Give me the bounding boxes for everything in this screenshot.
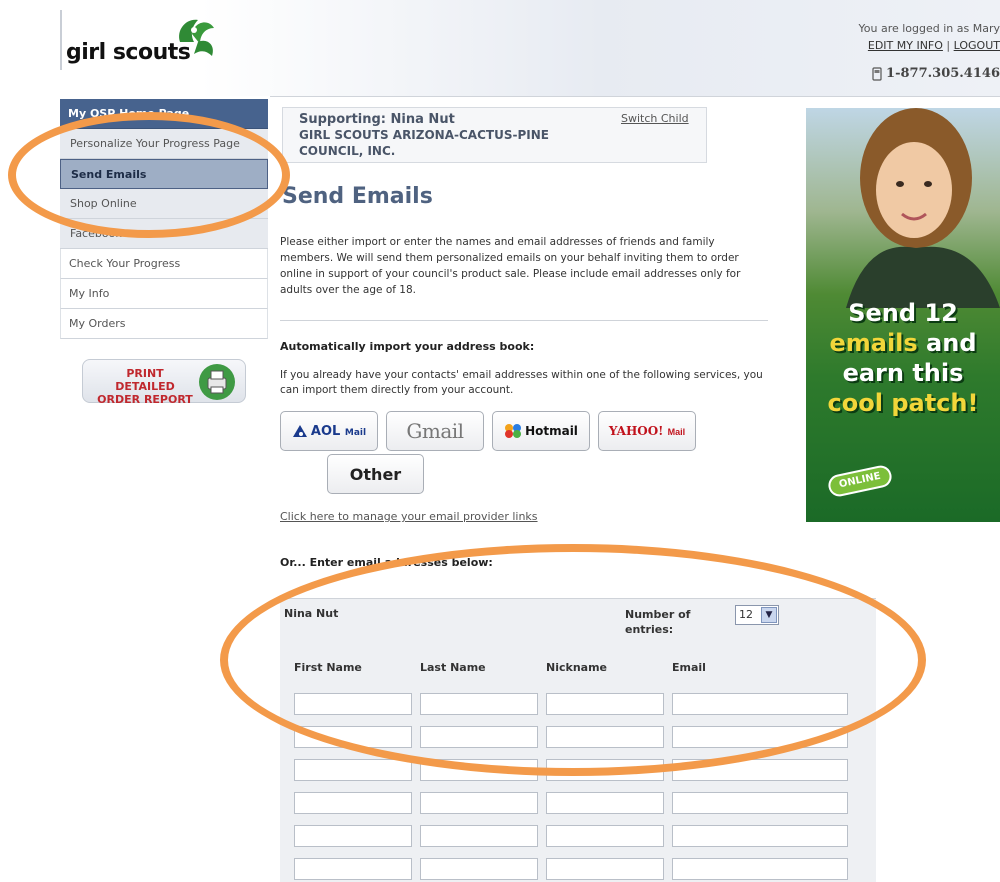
- nickname-input[interactable]: [546, 825, 664, 847]
- girl-scouts-logo[interactable]: girl scouts: [66, 10, 226, 80]
- last-name-input[interactable]: [420, 759, 538, 781]
- number-of-entries-label: Number of entries:: [625, 608, 691, 636]
- first-name-input[interactable]: [294, 693, 412, 715]
- yahoo-mail-button[interactable]: YAHOO! Mail: [598, 411, 696, 451]
- aol-label: AOL Mail: [310, 423, 367, 439]
- nav-facebook[interactable]: Facebook: [60, 219, 268, 249]
- nickname-input[interactable]: [546, 858, 664, 880]
- nickname-input[interactable]: [546, 693, 664, 715]
- gmail-label: Gmail: [406, 419, 464, 443]
- email-input[interactable]: [672, 759, 848, 781]
- nickname-input[interactable]: [546, 792, 664, 814]
- promo-line3: earn this: [842, 359, 964, 387]
- email-input[interactable]: [672, 858, 848, 880]
- header-rule: [270, 96, 1000, 97]
- first-name-input[interactable]: [294, 858, 412, 880]
- print-report-line2: ORDER REPORT: [97, 393, 193, 406]
- other-provider-button[interactable]: Other: [327, 454, 424, 494]
- nav-shop-online[interactable]: Shop Online: [60, 189, 268, 219]
- last-name-input[interactable]: [420, 726, 538, 748]
- section-divider: [280, 320, 768, 321]
- promo-line4: cool patch!: [827, 389, 979, 417]
- phone-number: 1-877.305.4146: [872, 66, 1000, 81]
- nav-personalize-progress[interactable]: Personalize Your Progress Page: [60, 129, 268, 159]
- manage-provider-links[interactable]: Click here to manage your email provider…: [280, 510, 538, 523]
- last-name-input[interactable]: [420, 858, 538, 880]
- nickname-input[interactable]: [546, 759, 664, 781]
- first-name-input[interactable]: [294, 825, 412, 847]
- edit-my-info-link[interactable]: EDIT MY INFO: [868, 39, 943, 52]
- aol-mail-button[interactable]: AOL Mail: [280, 411, 378, 451]
- hotmail-button[interactable]: Hotmail: [492, 411, 590, 451]
- header-divider: [60, 10, 62, 70]
- promo-banner[interactable]: Send 12 emails and earn this cool patch!…: [806, 108, 1000, 522]
- header: girl scouts You are logged in as Mary ED…: [0, 0, 1000, 96]
- entries-child-name: Nina Nut: [284, 607, 339, 620]
- chevron-down-icon[interactable]: ▼: [761, 607, 777, 623]
- nav-home[interactable]: My QSP Home Page: [60, 99, 268, 129]
- supporting-box: Supporting: Nina Nut GIRL SCOUTS ARIZONA…: [282, 107, 707, 163]
- last-name-input[interactable]: [420, 693, 538, 715]
- nickname-input[interactable]: [546, 726, 664, 748]
- girl-photo: [846, 108, 1000, 308]
- switch-child-link[interactable]: Switch Child: [621, 112, 689, 125]
- number-of-entries-value: 12: [739, 608, 753, 621]
- number-of-entries-select[interactable]: 12 ▼: [735, 605, 779, 625]
- import-description: If you already have your contacts' email…: [280, 369, 763, 396]
- login-info: You are logged in as Mary EDIT MY INFO |…: [859, 20, 1000, 54]
- aol-triangle-icon: [292, 425, 307, 437]
- supported-child-name: Nina Nut: [390, 112, 455, 127]
- login-status: You are logged in as Mary: [858, 22, 1000, 35]
- page-title: Send Emails: [282, 184, 433, 209]
- sidebar-nav: My QSP Home Page Personalize Your Progre…: [60, 99, 268, 406]
- email-input[interactable]: [672, 825, 848, 847]
- nav-my-orders[interactable]: My Orders: [60, 309, 268, 339]
- hotmail-label: Hotmail: [525, 424, 578, 438]
- first-name-input[interactable]: [294, 726, 412, 748]
- gmail-button[interactable]: Gmail: [386, 411, 484, 451]
- online-patch-badge: ONLINE: [826, 463, 894, 499]
- email-input[interactable]: [672, 792, 848, 814]
- nav-send-emails[interactable]: Send Emails: [60, 159, 268, 189]
- nav-check-progress[interactable]: Check Your Progress: [60, 249, 268, 279]
- printer-icon: [199, 364, 235, 400]
- promo-text: Send 12 emails and earn this cool patch!: [806, 298, 1000, 418]
- logout-link[interactable]: LOGOUT: [954, 39, 1000, 52]
- phone-text: 1-877.305.4146: [886, 66, 1000, 81]
- supporting-label: Supporting:: [299, 112, 387, 127]
- nav-my-info[interactable]: My Info: [60, 279, 268, 309]
- print-report-line1: PRINT DETAILED: [115, 367, 175, 393]
- email-input[interactable]: [672, 693, 848, 715]
- account-links: EDIT MY INFO | LOGOUT: [859, 37, 1000, 54]
- trefoil-icon: [179, 19, 214, 56]
- first-name-input[interactable]: [294, 759, 412, 781]
- phone-icon: [872, 66, 882, 81]
- email-input[interactable]: [672, 726, 848, 748]
- last-name-input[interactable]: [420, 792, 538, 814]
- import-heading: Automatically import your address book:: [280, 340, 535, 353]
- promo-line1: Send 12: [848, 299, 958, 327]
- print-report-label: PRINT DETAILED ORDER REPORT: [95, 367, 195, 406]
- msn-butterfly-icon: [505, 424, 522, 438]
- last-name-input[interactable]: [420, 825, 538, 847]
- print-order-report-button[interactable]: PRINT DETAILED ORDER REPORT: [82, 359, 246, 406]
- council-name: GIRL SCOUTS ARIZONA-CACTUS-PINE COUNCIL,…: [299, 128, 549, 158]
- promo-line2: emails and: [829, 329, 977, 357]
- email-entries-form: Nina Nut Number of entries: 12 ▼ First N…: [280, 598, 876, 882]
- yahoo-label: YAHOO! Mail: [608, 424, 686, 438]
- col-last-name: Last Name: [420, 661, 486, 674]
- page: girl scouts You are logged in as Mary ED…: [0, 0, 1000, 882]
- enter-emails-heading: Or... Enter email addresses below:: [280, 556, 493, 569]
- col-first-name: First Name: [294, 661, 362, 674]
- link-separator: |: [946, 39, 951, 52]
- intro-text: Please either import or enter the names …: [280, 236, 741, 296]
- col-email: Email: [672, 661, 706, 674]
- first-name-input[interactable]: [294, 792, 412, 814]
- col-nickname: Nickname: [546, 661, 607, 674]
